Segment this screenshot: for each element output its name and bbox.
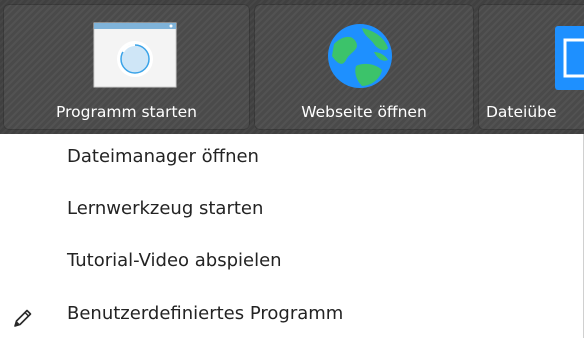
pencil-icon (14, 309, 32, 327)
application-window-icon (93, 22, 177, 88)
menu-item-file-manager[interactable]: Dateimanager öffnen (0, 134, 584, 184)
open-website-button[interactable]: Webseite öffnen (254, 4, 474, 130)
file-transfer-button[interactable]: Dateiübe (478, 4, 584, 130)
menu-item-label: Dateimanager öffnen (67, 146, 259, 167)
dropdown-menu: Dateimanager öffnen Lernwerkzeug starten… (0, 134, 584, 338)
menu-item-tutorial-video[interactable]: Tutorial-Video abspielen (0, 238, 584, 288)
toolbar: Programm starten Webseite öffnen Dateiüb… (0, 0, 584, 134)
start-program-label: Programm starten (56, 103, 197, 121)
menu-item-label: Benutzerdefiniertes Programm (67, 303, 344, 324)
menu-item-label: Tutorial-Video abspielen (67, 250, 282, 271)
file-transfer-label: Dateiübe (486, 103, 557, 121)
menu-item-custom-program[interactable]: Benutzerdefiniertes Programm (0, 291, 584, 341)
menu-item-label: Lernwerkzeug starten (67, 198, 264, 219)
open-website-label: Webseite öffnen (301, 103, 427, 121)
globe-icon (328, 24, 392, 88)
file-manager-icon (555, 26, 584, 90)
start-program-button[interactable]: Programm starten (3, 4, 250, 130)
menu-item-learning-tool[interactable]: Lernwerkzeug starten (0, 186, 584, 236)
